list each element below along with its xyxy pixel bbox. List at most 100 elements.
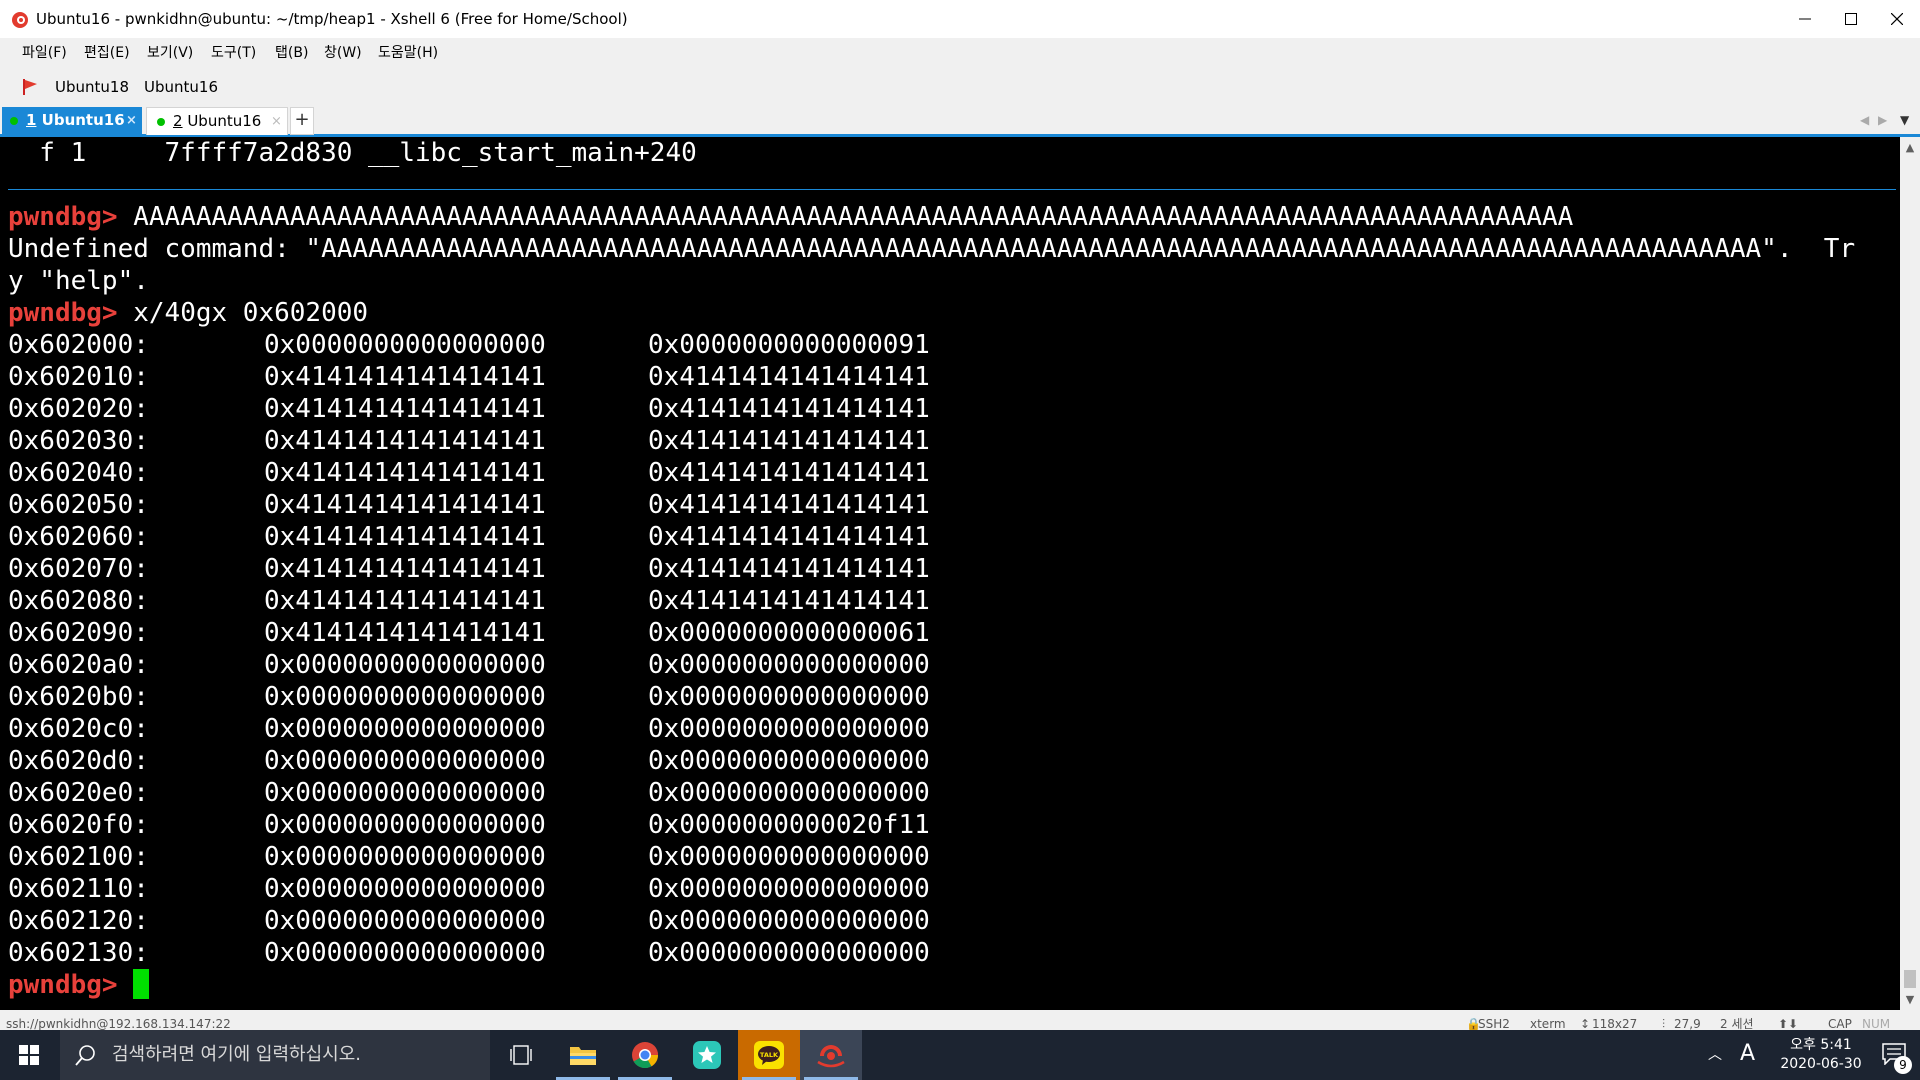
tab-close-icon[interactable]: × xyxy=(271,108,282,135)
menu-help[interactable]: 도움말(H) xyxy=(378,38,438,68)
status-session-count: 2 세션 xyxy=(1720,1017,1754,1030)
maximize-icon xyxy=(1845,13,1857,25)
notification-center-button[interactable]: 9 xyxy=(1868,1030,1920,1080)
memory-address: 0x602120: xyxy=(8,906,149,936)
error-line-1: Undefined command: "AAAAAAAAAAAAAAAAAAAA… xyxy=(8,234,1856,264)
memory-quadword-1: 0x4141414141414141 xyxy=(264,586,546,616)
title-bar: Ubuntu16 - pwnkidhn@ubuntu: ~/tmp/heap1 … xyxy=(0,0,1920,39)
memory-quadword-1: 0x0000000000000000 xyxy=(264,938,546,968)
maximize-button[interactable] xyxy=(1828,0,1874,38)
status-num-lock: NUM xyxy=(1862,1017,1891,1030)
memory-quadword-1: 0x0000000000000000 xyxy=(264,650,546,680)
minimize-button[interactable] xyxy=(1782,0,1828,38)
show-hidden-icons-icon[interactable]: ︿ xyxy=(1708,1044,1722,1064)
windows-taskbar: 검색하려면 여기에 입력하십시오. TALK ︿ A 오후 5:41 2020-… xyxy=(0,1030,1920,1080)
scroll-up-icon[interactable]: ▲ xyxy=(1900,141,1920,154)
memory-address: 0x602000: xyxy=(8,330,149,360)
tab-scroll-left-icon[interactable]: ◀ xyxy=(1860,106,1869,134)
command-text: x/40gx 0x602000 xyxy=(117,298,369,328)
memory-quadword-1: 0x4141414141414141 xyxy=(264,458,546,488)
tab-list-dropdown-icon[interactable]: ▼ xyxy=(1900,106,1909,134)
status-caps-lock: CAP xyxy=(1828,1017,1852,1030)
memory-address: 0x602090: xyxy=(8,618,149,648)
tab-number: 1 xyxy=(26,111,37,129)
memory-quadword-1: 0x0000000000000000 xyxy=(264,714,546,744)
memory-quadword-1: 0x0000000000000000 xyxy=(264,810,546,840)
minimize-icon xyxy=(1799,18,1811,20)
tab-close-icon[interactable]: × xyxy=(126,107,137,134)
kakaotalk-label: TALK xyxy=(760,1051,779,1059)
memory-quadword-2: 0x4141414141414141 xyxy=(648,426,930,456)
folder-icon xyxy=(570,1047,596,1065)
memory-quadword-1: 0x4141414141414141 xyxy=(264,618,546,648)
scrollbar-thumb[interactable] xyxy=(1904,970,1916,988)
backtrace-line: f 1 7ffff7a2d830 __libc_start_main+240 xyxy=(8,138,697,168)
memory-address: 0x602020: xyxy=(8,394,149,424)
tab-ubuntu16-2[interactable]: 2 Ubuntu16 × xyxy=(146,107,288,135)
input-method-indicator[interactable]: A xyxy=(1740,1041,1755,1066)
taskbar-search-box[interactable]: 검색하려면 여기에 입력하십시오. xyxy=(60,1030,490,1080)
status-protocol: SSH2 xyxy=(1478,1017,1510,1030)
active-command-line[interactable]: pwndbg> xyxy=(8,969,150,1001)
memory-quadword-2: 0x0000000000000000 xyxy=(648,874,930,904)
memory-address: 0x602070: xyxy=(8,554,149,584)
clock[interactable]: 오후 5:41 2020-06-30 xyxy=(1766,1030,1876,1080)
prompt: pwndbg> xyxy=(8,970,118,1000)
menu-edit[interactable]: 편집(E) xyxy=(84,38,130,68)
menu-window[interactable]: 창(W) xyxy=(324,38,362,68)
kakaotalk-icon: TALK xyxy=(754,1041,784,1069)
new-tab-button[interactable]: + xyxy=(290,107,314,135)
memory-quadword-2: 0x0000000000000000 xyxy=(648,938,930,968)
menu-view[interactable]: 보기(V) xyxy=(147,38,193,68)
xshell-taskbar-button[interactable] xyxy=(800,1030,862,1080)
menu-tools[interactable]: 도구(T) xyxy=(211,38,256,68)
menu-file[interactable]: 파일(F) xyxy=(22,38,67,68)
kakaotalk-button[interactable]: TALK xyxy=(738,1030,800,1080)
task-view-button[interactable] xyxy=(490,1030,552,1080)
status-cursor-position: 27,9 xyxy=(1674,1017,1701,1030)
memory-quadword-1: 0x0000000000000000 xyxy=(264,330,546,360)
memory-address: 0x602130: xyxy=(8,938,149,968)
memory-address: 0x602040: xyxy=(8,458,149,488)
favorites-app-button[interactable] xyxy=(676,1030,738,1080)
link-ubuntu16[interactable]: Ubuntu16 xyxy=(144,68,218,106)
notification-count-badge: 9 xyxy=(1894,1056,1912,1074)
memory-quadword-2: 0x4141414141414141 xyxy=(648,394,930,424)
close-window-button[interactable] xyxy=(1874,0,1920,38)
connected-status-icon xyxy=(10,117,18,125)
scroll-down-icon[interactable]: ▼ xyxy=(1900,993,1920,1006)
memory-address: 0x602010: xyxy=(8,362,149,392)
terminal-screen[interactable]: f 1 7ffff7a2d830 __libc_start_main+240 p… xyxy=(0,137,1900,1010)
chrome-button[interactable] xyxy=(614,1030,676,1080)
file-explorer-button[interactable] xyxy=(552,1030,614,1080)
link-bar-flag-icon[interactable] xyxy=(22,78,40,96)
clock-time: 오후 5:41 xyxy=(1790,1037,1852,1053)
memory-quadword-2: 0x4141414141414141 xyxy=(648,362,930,392)
memory-address: 0x6020d0: xyxy=(8,746,149,776)
link-ubuntu18[interactable]: Ubuntu18 xyxy=(55,68,129,106)
memory-quadword-2: 0x0000000000000000 xyxy=(648,746,930,776)
prompt: pwndbg> xyxy=(8,202,118,232)
terminal-scrollbar[interactable]: ▲ ▼ xyxy=(1900,137,1920,1010)
start-button[interactable] xyxy=(0,1030,58,1080)
command-text: AAAAAAAAAAAAAAAAAAAAAAAAAAAAAAAAAAAAAAAA… xyxy=(117,202,1574,232)
tab-label: Ubuntu16 xyxy=(182,112,262,130)
memory-quadword-2: 0x4141414141414141 xyxy=(648,586,930,616)
tab-ubuntu16-1[interactable]: 1 Ubuntu16 × xyxy=(2,107,142,134)
tab-label: Ubuntu16 xyxy=(36,111,125,129)
menu-tab[interactable]: 탭(B) xyxy=(275,38,308,68)
memory-quadword-1: 0x0000000000000000 xyxy=(264,874,546,904)
memory-quadword-1: 0x0000000000000000 xyxy=(264,778,546,808)
search-placeholder: 검색하려면 여기에 입력하십시오. xyxy=(112,1044,362,1065)
tab-scroll-right-icon[interactable]: ▶ xyxy=(1878,106,1887,134)
memory-quadword-2: 0x0000000000020f11 xyxy=(648,810,930,840)
memory-address: 0x602050: xyxy=(8,490,149,520)
star-app-icon xyxy=(693,1041,721,1069)
memory-quadword-1: 0x4141414141414141 xyxy=(264,554,546,584)
memory-quadword-1: 0x4141414141414141 xyxy=(264,490,546,520)
memory-quadword-1: 0x4141414141414141 xyxy=(264,426,546,456)
memory-quadword-2: 0x4141414141414141 xyxy=(648,554,930,584)
text-cursor xyxy=(133,969,150,999)
memory-quadword-2: 0x0000000000000000 xyxy=(648,714,930,744)
memory-address: 0x6020c0: xyxy=(8,714,149,744)
